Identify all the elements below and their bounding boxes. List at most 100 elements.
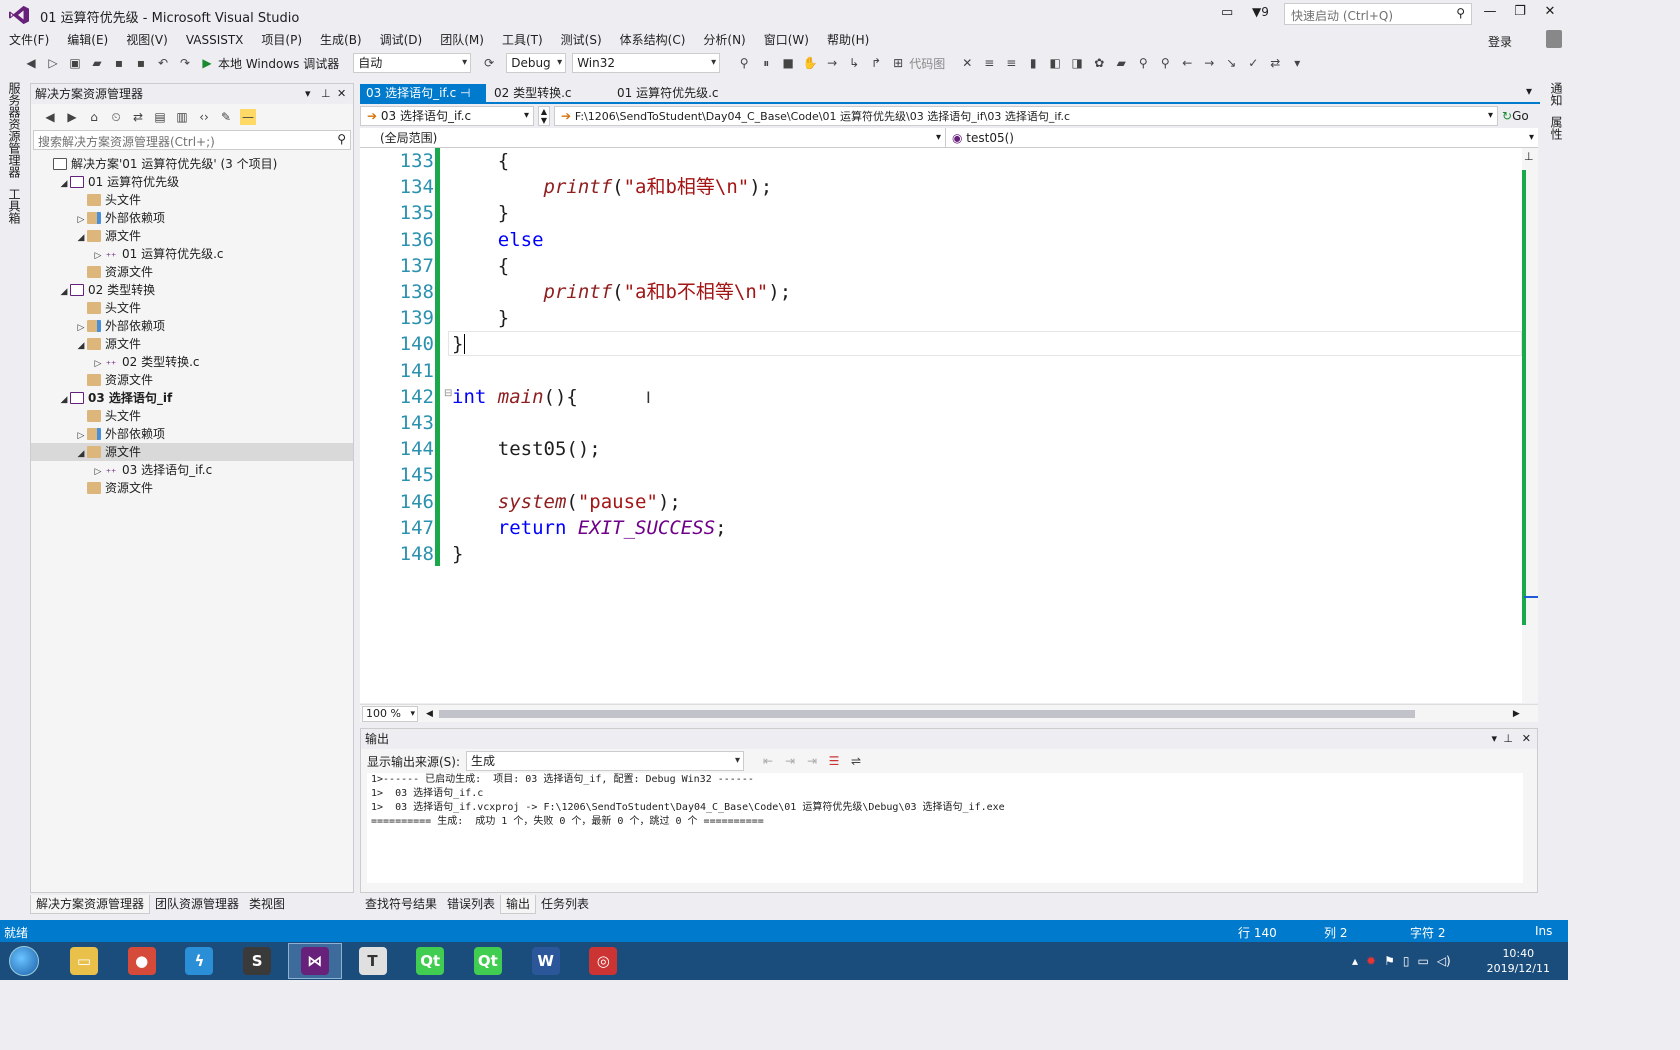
- taskbar-visual-studio[interactable]: ⋈: [287, 943, 342, 979]
- taskbar-word[interactable]: W: [519, 943, 573, 979]
- taskbar-sublime-text[interactable]: S: [230, 943, 284, 979]
- save-all-icon[interactable]: ▪: [133, 55, 149, 71]
- menu-item[interactable]: 工具(T): [493, 31, 552, 49]
- start-debug-icon[interactable]: ▶: [199, 55, 215, 71]
- menu-item[interactable]: 分析(N): [694, 31, 754, 49]
- taskbar-remote-app[interactable]: ◎: [576, 943, 630, 979]
- step-over-icon[interactable]: ↳: [846, 55, 862, 71]
- menu-item[interactable]: 帮助(H): [818, 31, 878, 49]
- pin-icon[interactable]: ⊣: [456, 86, 470, 100]
- dropdown-icon[interactable]: ▾: [1491, 729, 1497, 749]
- clock[interactable]: 10:40 2019/12/11: [1487, 946, 1550, 976]
- preview-icon[interactable]: —: [240, 109, 256, 125]
- path-select[interactable]: ➔ F:\1206\SendToStudent\Day04_C_Base\Cod…: [554, 106, 1498, 126]
- refresh-icon[interactable]: ⟳: [481, 55, 497, 71]
- dropdown-icon[interactable]: ▾: [305, 84, 311, 104]
- scope-select[interactable]: (全局范围) ▾: [360, 127, 946, 148]
- restore-button[interactable]: ❐: [1510, 4, 1530, 24]
- menu-item[interactable]: 团队(M): [431, 31, 493, 49]
- volume-icon[interactable]: ◁): [1437, 954, 1451, 968]
- prev-bookmark-icon[interactable]: ◧: [1047, 55, 1063, 71]
- panel-tab[interactable]: 任务列表: [536, 895, 594, 913]
- panel-tab[interactable]: 类视图: [244, 895, 290, 913]
- solution-config-select[interactable]: 自动: [353, 53, 472, 73]
- tree-item[interactable]: 头文件: [31, 407, 353, 425]
- menu-item[interactable]: 编辑(E): [58, 31, 117, 49]
- back-icon[interactable]: ◀: [23, 55, 39, 71]
- collapse-icon[interactable]: ⊟: [444, 388, 452, 399]
- tree-item[interactable]: ▷ 外部依赖项: [31, 209, 353, 227]
- find-next-icon[interactable]: ⇥: [804, 753, 820, 769]
- tree-item[interactable]: ▷ 外部依赖项: [31, 425, 353, 443]
- undo-icon[interactable]: ↶: [155, 55, 171, 71]
- home-icon[interactable]: ⌂: [86, 109, 102, 125]
- platform-select[interactable]: Win32: [572, 53, 721, 73]
- open-file-assist-icon[interactable]: ▰: [1113, 55, 1129, 71]
- tree-item[interactable]: ◢ 源文件: [31, 227, 353, 245]
- menu-item[interactable]: 体系结构(C): [611, 31, 695, 49]
- goto-back-icon[interactable]: ←: [1179, 55, 1195, 71]
- properties-icon[interactable]: ✎: [218, 109, 234, 125]
- member-select[interactable]: ◉ test05() ▾: [946, 128, 1538, 148]
- menu-item[interactable]: 文件(F): [0, 31, 58, 49]
- spinner-icon[interactable]: ▲ ▼: [538, 106, 550, 126]
- tree-item[interactable]: 解决方案'01 运算符优先级' (3 个项目): [31, 155, 353, 173]
- notification-icon[interactable]: ▭: [1221, 5, 1233, 20]
- tree-item[interactable]: ▷ ⁺⁺ 03 选择语句_if.c: [31, 461, 353, 479]
- minimize-button[interactable]: —: [1480, 4, 1500, 24]
- feedback-filter[interactable]: ▼ 9: [1252, 5, 1269, 19]
- antivirus-icon[interactable]: ✹: [1366, 954, 1376, 968]
- tree-item[interactable]: 头文件: [31, 191, 353, 209]
- document-tab[interactable]: 03 选择语句_if.c ⊣ ✕: [360, 84, 486, 118]
- next-bookmark-icon[interactable]: ◨: [1069, 55, 1085, 71]
- output-text[interactable]: 1>------ 已启动生成: 项目: 03 选择语句_if, 配置: Debu…: [367, 773, 1523, 883]
- menu-item[interactable]: 视图(V): [117, 31, 177, 49]
- tree-item[interactable]: ◢ 02 类型转换: [31, 281, 353, 299]
- taskbar-file-explorer[interactable]: ▭: [57, 943, 111, 979]
- taskbar-chrome[interactable]: ●: [115, 943, 169, 979]
- menu-item[interactable]: 生成(B): [311, 31, 371, 49]
- step-out-icon[interactable]: ↱: [868, 55, 884, 71]
- stop-icon[interactable]: ■: [780, 55, 796, 71]
- back-icon[interactable]: ◀: [42, 109, 58, 125]
- hand-icon[interactable]: ✋: [802, 55, 818, 71]
- build-config-select[interactable]: Debug: [506, 53, 567, 73]
- new-project-icon[interactable]: ▣: [67, 55, 83, 71]
- code-map-label[interactable]: 代码图: [909, 55, 945, 72]
- tree-item[interactable]: 资源文件: [31, 263, 353, 281]
- tray-expand-icon[interactable]: ▴: [1352, 954, 1358, 968]
- account-icon[interactable]: [1546, 30, 1562, 48]
- pin-icon[interactable]: ⊥: [1503, 729, 1513, 749]
- refactor-icon[interactable]: ⇄: [1267, 55, 1283, 71]
- flag-icon[interactable]: ⚑: [1384, 954, 1395, 968]
- goto-impl-icon[interactable]: ↘: [1223, 55, 1239, 71]
- right-strip-tab[interactable]: 属性: [1548, 116, 1565, 140]
- clear-all-icon[interactable]: ☰: [826, 753, 842, 769]
- login-link[interactable]: 登录: [1488, 33, 1512, 50]
- split-icon[interactable]: ⊥: [1524, 150, 1534, 163]
- go-button[interactable]: ↻Go: [1502, 109, 1529, 123]
- show-all-files-icon[interactable]: ▥: [174, 109, 190, 125]
- find-symbol-icon[interactable]: ⚲: [1135, 55, 1151, 71]
- quick-launch-input[interactable]: 快速启动 (Ctrl+Q) ⚲: [1284, 3, 1472, 25]
- close-icon[interactable]: ✕: [337, 84, 346, 104]
- tree-item[interactable]: ◢ 源文件: [31, 335, 353, 353]
- pin-icon[interactable]: ⊥: [321, 84, 331, 104]
- tree-item[interactable]: ◢ 01 运算符优先级: [31, 173, 353, 191]
- redo-icon[interactable]: ↷: [177, 55, 193, 71]
- sync-icon[interactable]: ⇄: [130, 109, 146, 125]
- taskbar-qt-designer[interactable]: Qt: [461, 943, 515, 979]
- tree-item[interactable]: ▷ 外部依赖项: [31, 317, 353, 335]
- left-strip-tab[interactable]: 服务器资源管理器: [6, 82, 23, 178]
- start-debugger-button[interactable]: 本地 Windows 调试器: [218, 55, 339, 72]
- scroll-left-icon[interactable]: ◀: [426, 709, 433, 719]
- panel-tab[interactable]: 查找符号结果: [360, 895, 442, 913]
- document-tab[interactable]: 02 类型转换.c: [488, 84, 603, 102]
- start-button[interactable]: [4, 944, 44, 978]
- goto-forward-icon[interactable]: →: [1201, 55, 1217, 71]
- close-icon[interactable]: ✕: [1522, 729, 1531, 749]
- output-source-select[interactable]: 生成: [466, 751, 745, 771]
- assist-icon[interactable]: ✿: [1091, 55, 1107, 71]
- open-file-icon[interactable]: ▰: [89, 55, 105, 71]
- menu-item[interactable]: 测试(S): [552, 31, 611, 49]
